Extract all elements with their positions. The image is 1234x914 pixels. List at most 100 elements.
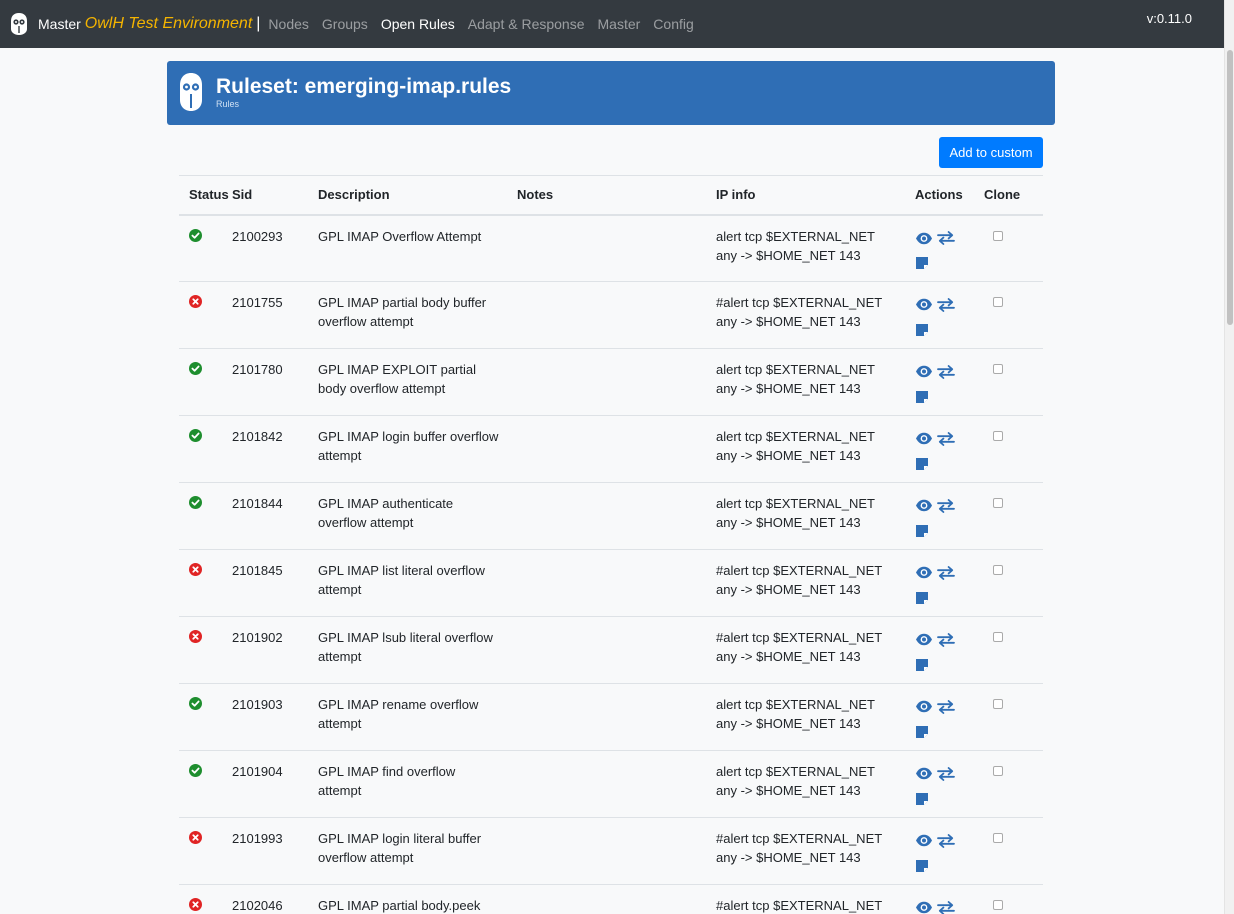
exchange-icon[interactable] xyxy=(937,632,955,647)
sid-cell: 2101842 xyxy=(232,415,318,483)
rule-ip-info: alert tcp $EXTERNAL_NET any -> $HOME_NET… xyxy=(716,496,875,530)
ip-info-cell: alert tcp $EXTERNAL_NET any -> $HOME_NET… xyxy=(716,750,915,818)
eye-icon[interactable] xyxy=(915,901,933,914)
exchange-icon[interactable] xyxy=(937,699,955,714)
nav-open-rules[interactable]: Open Rules xyxy=(381,16,455,32)
clone-checkbox[interactable] xyxy=(993,900,1003,910)
eye-icon[interactable] xyxy=(915,365,933,378)
scrollbar-thumb[interactable] xyxy=(1227,50,1233,325)
page-scrollbar[interactable] xyxy=(1224,0,1234,914)
owl-logo-icon[interactable] xyxy=(10,12,28,36)
status-cell xyxy=(179,482,232,550)
table-row: 2101780 GPL IMAP EXPLOIT partial body ov… xyxy=(179,348,1043,416)
brand-master[interactable]: Master xyxy=(38,16,81,32)
exchange-icon[interactable] xyxy=(937,900,955,914)
ip-info-cell: #alert tcp $EXTERNAL_NET xyxy=(716,884,915,914)
note-icon[interactable] xyxy=(915,725,929,739)
actions-cell xyxy=(915,683,984,751)
status-cell xyxy=(179,549,232,617)
add-to-custom-button[interactable]: Add to custom xyxy=(939,137,1043,168)
top-navbar: Master OwlH Test Environment | Nodes Gro… xyxy=(0,0,1224,48)
exchange-icon[interactable] xyxy=(937,498,955,513)
rule-ip-info: #alert tcp $EXTERNAL_NET any -> $HOME_NE… xyxy=(716,295,882,329)
column-header-description[interactable]: Description xyxy=(318,175,517,216)
check-circle-icon[interactable] xyxy=(189,697,202,710)
clone-checkbox[interactable] xyxy=(993,565,1003,575)
nav-master[interactable]: Master xyxy=(598,16,641,32)
notes-cell xyxy=(517,348,716,416)
times-circle-icon[interactable] xyxy=(189,295,202,308)
note-icon[interactable] xyxy=(915,390,929,404)
exchange-icon[interactable] xyxy=(937,766,955,781)
check-circle-icon[interactable] xyxy=(189,228,202,242)
status-cell xyxy=(179,415,232,483)
exchange-icon[interactable] xyxy=(937,297,955,312)
note-icon[interactable] xyxy=(915,256,929,270)
times-circle-icon[interactable] xyxy=(189,831,202,844)
ip-info-cell: #alert tcp $EXTERNAL_NET any -> $HOME_NE… xyxy=(716,281,915,349)
eye-icon[interactable] xyxy=(915,566,933,579)
notes-cell xyxy=(517,683,716,751)
note-icon[interactable] xyxy=(915,524,929,538)
note-icon[interactable] xyxy=(915,792,929,806)
clone-checkbox[interactable] xyxy=(993,364,1003,374)
times-circle-icon[interactable] xyxy=(189,563,202,576)
status-cell xyxy=(179,281,232,349)
note-icon[interactable] xyxy=(915,323,929,337)
ruleset-header: Ruleset: emerging-imap.rules Rules xyxy=(167,61,1055,125)
times-circle-icon[interactable] xyxy=(189,898,202,911)
note-icon[interactable] xyxy=(915,658,929,672)
rule-description: GPL IMAP lsub literal overflow attempt xyxy=(318,630,493,664)
nav-config[interactable]: Config xyxy=(653,16,693,32)
clone-cell xyxy=(984,549,1043,617)
clone-checkbox[interactable] xyxy=(993,498,1003,508)
note-icon[interactable] xyxy=(915,457,929,471)
eye-icon[interactable] xyxy=(915,633,933,646)
ip-info-cell: alert tcp $EXTERNAL_NET any -> $HOME_NET… xyxy=(716,415,915,483)
check-circle-icon[interactable] xyxy=(189,362,202,375)
exchange-icon[interactable] xyxy=(937,565,955,580)
clone-checkbox[interactable] xyxy=(993,766,1003,776)
exchange-icon[interactable] xyxy=(937,364,955,379)
brand-environment-name[interactable]: OwlH Test Environment xyxy=(85,15,252,33)
exchange-icon[interactable] xyxy=(937,833,955,848)
note-icon[interactable] xyxy=(915,859,929,873)
nav-adapt-response[interactable]: Adapt & Response xyxy=(468,16,585,32)
check-circle-icon[interactable] xyxy=(189,496,202,509)
clone-checkbox[interactable] xyxy=(993,431,1003,441)
clone-checkbox[interactable] xyxy=(993,699,1003,709)
eye-icon[interactable] xyxy=(915,834,933,847)
column-header-sid[interactable]: Sid xyxy=(232,175,318,216)
rule-ip-info: alert tcp $EXTERNAL_NET any -> $HOME_NET… xyxy=(716,228,875,263)
eye-icon[interactable] xyxy=(915,499,933,512)
column-header-ip-info[interactable]: IP info xyxy=(716,175,915,216)
description-cell: GPL IMAP rename overflow attempt xyxy=(318,683,517,751)
nav-groups[interactable]: Groups xyxy=(322,16,368,32)
note-icon[interactable] xyxy=(915,591,929,605)
nav-nodes[interactable]: Nodes xyxy=(268,16,308,32)
sid-cell: 2100293 xyxy=(232,214,318,282)
column-header-notes[interactable]: Notes xyxy=(517,175,716,216)
check-circle-icon[interactable] xyxy=(189,429,202,442)
eye-icon[interactable] xyxy=(915,232,933,245)
sid-cell: 2101844 xyxy=(232,482,318,550)
column-header-status[interactable]: Status xyxy=(179,175,232,216)
eye-icon[interactable] xyxy=(915,432,933,445)
exchange-icon[interactable] xyxy=(937,231,955,245)
times-circle-icon[interactable] xyxy=(189,630,202,643)
check-circle-icon[interactable] xyxy=(189,764,202,777)
clone-checkbox[interactable] xyxy=(993,632,1003,642)
table-row: 2101902 GPL IMAP lsub literal overflow a… xyxy=(179,616,1043,684)
table-row: 2101845 GPL IMAP list literal overflow a… xyxy=(179,549,1043,617)
table-row: 2101993 GPL IMAP login literal buffer ov… xyxy=(179,817,1043,885)
exchange-icon[interactable] xyxy=(937,431,955,446)
clone-checkbox[interactable] xyxy=(993,833,1003,843)
eye-icon[interactable] xyxy=(915,298,933,311)
notes-cell xyxy=(517,817,716,885)
table-row: 2101755 GPL IMAP partial body buffer ove… xyxy=(179,281,1043,349)
status-cell xyxy=(179,683,232,751)
clone-checkbox[interactable] xyxy=(993,297,1003,307)
clone-checkbox[interactable] xyxy=(993,230,1003,241)
eye-icon[interactable] xyxy=(915,700,933,713)
eye-icon[interactable] xyxy=(915,767,933,780)
